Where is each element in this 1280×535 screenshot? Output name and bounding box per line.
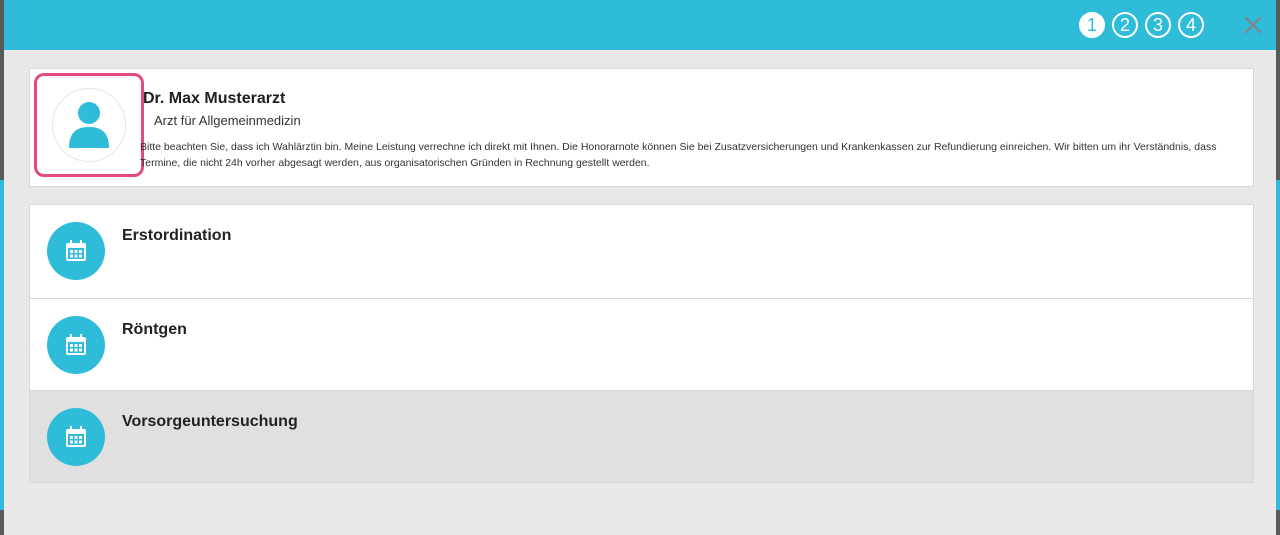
modal-header: 1 2 3 4 xyxy=(4,0,1276,50)
step-indicator: 1 2 3 4 xyxy=(1079,12,1204,38)
service-item-erstordination[interactable]: Erstordination xyxy=(30,205,1253,298)
doctor-name: Dr. Max Musterarzt xyxy=(143,90,286,107)
user-icon xyxy=(69,102,109,148)
service-label: Röntgen xyxy=(122,321,187,338)
close-icon xyxy=(1244,16,1262,34)
service-item-vorsorgeuntersuchung[interactable]: Vorsorgeuntersuchung xyxy=(30,390,1253,482)
service-label: Erstordination xyxy=(122,227,232,244)
service-label: Vorsorgeuntersuchung xyxy=(122,413,298,430)
step-4[interactable]: 4 xyxy=(1178,12,1204,38)
background-page-edge-right xyxy=(1276,180,1280,510)
booking-modal: 1 2 3 4 Dr. Max Musterarzt Arzt für Allg… xyxy=(4,0,1276,535)
step-1[interactable]: 1 xyxy=(1079,12,1105,38)
doctor-card: Dr. Max Musterarzt Arzt für Allgemeinmed… xyxy=(29,68,1254,187)
calendar-icon xyxy=(47,408,105,466)
avatar xyxy=(52,88,126,162)
service-list: Erstordination Röntgen Vorsorgeuntersuch… xyxy=(29,204,1254,483)
calendar-icon xyxy=(47,316,105,374)
doctor-specialty: Arzt für Allgemeinmedizin xyxy=(154,113,301,128)
step-3[interactable]: 3 xyxy=(1145,12,1171,38)
calendar-icon xyxy=(47,222,105,280)
service-item-roentgen[interactable]: Röntgen xyxy=(30,298,1253,390)
doctor-note: Bitte beachten Sie, dass ich Wahlärztin … xyxy=(140,141,1217,169)
close-button[interactable] xyxy=(1240,12,1266,38)
step-2[interactable]: 2 xyxy=(1112,12,1138,38)
avatar-highlight xyxy=(34,73,144,177)
